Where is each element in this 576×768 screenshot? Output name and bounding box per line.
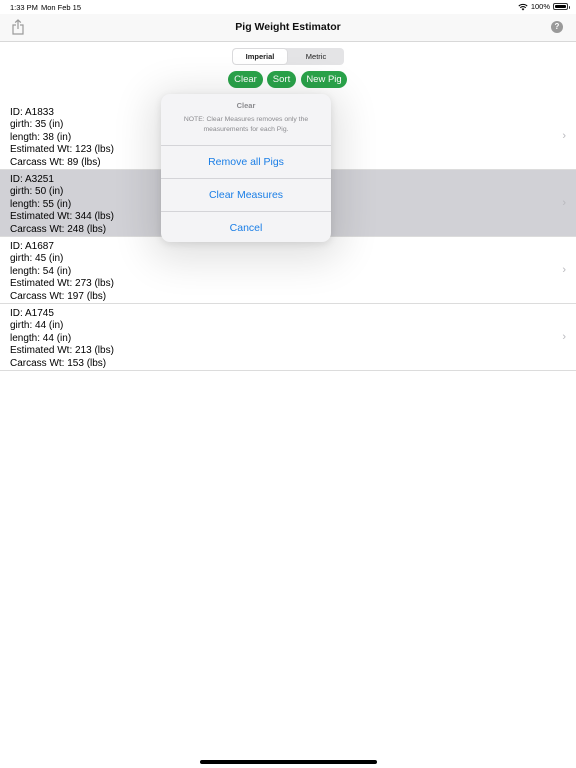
help-icon[interactable]: ?: [551, 21, 563, 33]
pig-details: ID: A1745 girth: 44 (in) length: 44 (in)…: [10, 308, 114, 370]
new-pig-button[interactable]: New Pig: [301, 71, 347, 88]
pig-estimated-weight: Estimated Wt: 344 (lbs): [10, 211, 114, 223]
chevron-right-icon: ›: [562, 264, 566, 276]
page-title: Pig Weight Estimator: [235, 21, 341, 33]
pig-girth: girth: 45 (in): [10, 253, 64, 265]
pig-estimated-weight: Estimated Wt: 123 (lbs): [10, 144, 114, 156]
battery-icon: [553, 3, 570, 10]
clear-measures-button[interactable]: Clear Measures: [161, 179, 331, 212]
status-date: Mon Feb 15: [41, 3, 82, 12]
chevron-right-icon: ›: [562, 331, 566, 343]
pig-row[interactable]: ID: A1745 girth: 44 (in) length: 44 (in)…: [0, 304, 576, 371]
status-right: 100%: [518, 2, 570, 11]
nav-bar: Pig Weight Estimator ?: [0, 14, 576, 42]
status-bar: 1:33 PM Mon Feb 15 100%: [0, 0, 576, 14]
pig-length: length: 38 (in): [10, 131, 72, 143]
pig-length: length: 55 (in): [10, 198, 72, 210]
pig-carcass-weight: Carcass Wt: 197 (lbs): [10, 290, 107, 302]
home-indicator: [200, 760, 377, 764]
pig-row[interactable]: ID: A1687 girth: 45 (in) length: 54 (in)…: [0, 237, 576, 304]
segment-metric[interactable]: Metric: [289, 49, 343, 64]
pig-carcass-weight: Carcass Wt: 248 (lbs): [10, 223, 107, 235]
pig-carcass-weight: Carcass Wt: 89 (lbs): [10, 156, 101, 168]
battery-percent: 100%: [530, 2, 550, 11]
pig-estimated-weight: Estimated Wt: 273 (lbs): [10, 278, 114, 290]
pig-id: ID: A1833: [10, 107, 54, 118]
chevron-right-icon: ›: [562, 130, 566, 142]
remove-all-pigs-button[interactable]: Remove all Pigs: [161, 146, 331, 179]
pig-details: ID: A1833 girth: 35 (in) length: 38 (in)…: [10, 107, 114, 169]
pig-id: ID: A1745: [10, 308, 54, 319]
pig-details: ID: A3251 girth: 50 (in) length: 55 (in)…: [10, 174, 114, 236]
wifi-icon: [518, 3, 528, 10]
segment-imperial[interactable]: Imperial: [233, 49, 287, 64]
action-sheet-title: Clear: [236, 101, 256, 110]
status-time: 1:33 PM: [10, 3, 38, 12]
sort-button[interactable]: Sort: [267, 71, 296, 88]
pig-length: length: 54 (in): [10, 265, 72, 277]
pig-girth: girth: 35 (in): [10, 119, 64, 131]
pig-length: length: 44 (in): [10, 332, 72, 344]
clear-action-sheet: Clear NOTE: Clear Measures removes only …: [161, 94, 331, 242]
chevron-right-icon: ›: [562, 197, 566, 209]
clear-button[interactable]: Clear: [228, 71, 263, 88]
pig-id: ID: A1687: [10, 241, 54, 252]
pig-id: ID: A3251: [10, 174, 54, 185]
pig-estimated-weight: Estimated Wt: 213 (lbs): [10, 345, 114, 357]
pig-girth: girth: 50 (in): [10, 186, 64, 198]
action-sheet-message: NOTE: Clear Measures removes only the me…: [183, 116, 309, 133]
action-sheet-header: Clear NOTE: Clear Measures removes only …: [161, 94, 331, 146]
cancel-button[interactable]: Cancel: [161, 212, 331, 242]
pig-carcass-weight: Carcass Wt: 153 (lbs): [10, 357, 107, 369]
units-segmented-control: Imperial Metric: [232, 48, 344, 65]
pig-girth: girth: 44 (in): [10, 320, 64, 332]
pig-details: ID: A1687 girth: 45 (in) length: 54 (in)…: [10, 241, 114, 303]
